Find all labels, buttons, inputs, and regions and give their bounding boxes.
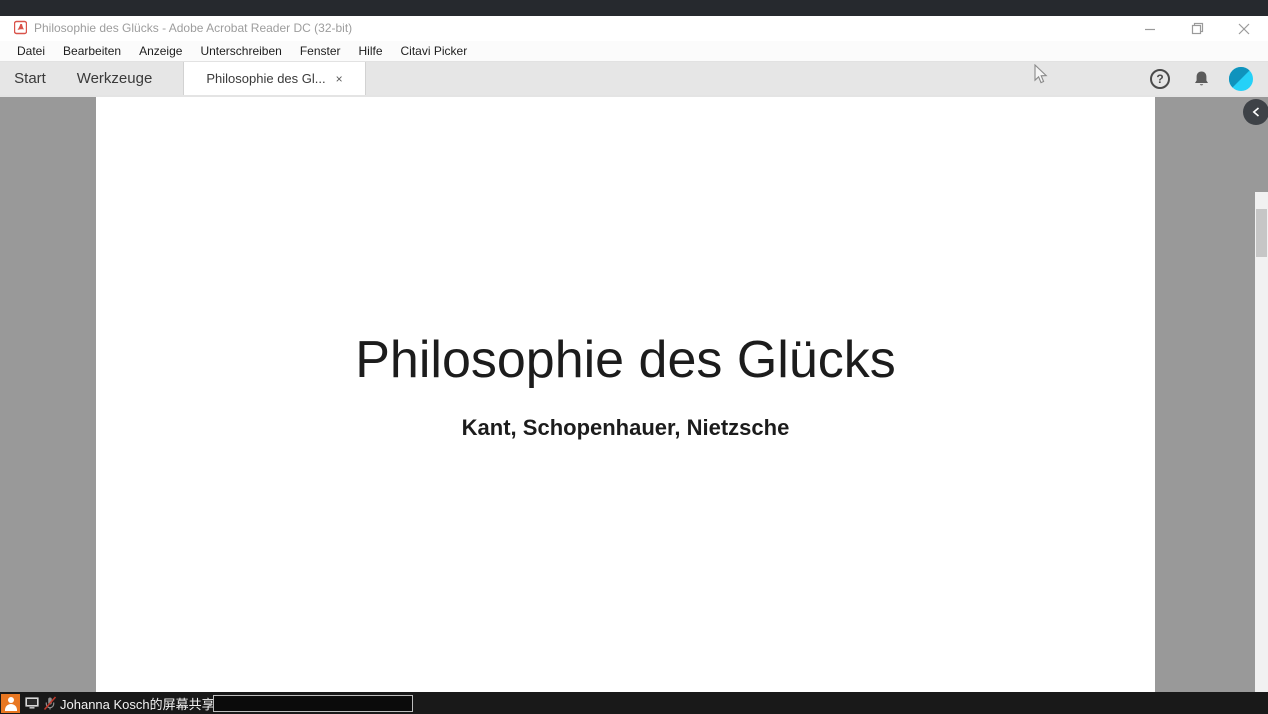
tools-panel-expand-button[interactable] <box>1243 99 1268 125</box>
close-button[interactable] <box>1227 16 1261 41</box>
document-tab-label: Philosophie des Gl... <box>206 71 325 86</box>
scrollbar-thumb[interactable] <box>1256 209 1267 257</box>
question-mark-icon: ? <box>1150 69 1170 89</box>
tab-bar: Start Werkzeuge Philosophie des Gl... × … <box>0 62 1268 95</box>
tab-document-active[interactable]: Philosophie des Gl... × <box>183 62 366 95</box>
tab-werkzeuge[interactable]: Werkzeuge <box>62 62 167 95</box>
document-canvas: Philosophie des Glücks Kant, Schopenhaue… <box>0 95 1268 692</box>
screen-share-bar: Johanna Kosch的屏幕共享 <box>0 692 1268 714</box>
menu-item-citavi-picker[interactable]: Citavi Picker <box>392 41 477 61</box>
screen-share-label: Johanna Kosch的屏幕共享 <box>60 694 215 713</box>
menu-item-unterschreiben[interactable]: Unterschreiben <box>191 41 290 61</box>
slide-subtitle: Kant, Schopenhauer, Nietzsche <box>96 415 1155 441</box>
share-person-icon <box>1 694 20 713</box>
tab-close-icon[interactable]: × <box>336 73 343 85</box>
slide-title: Philosophie des Glücks <box>96 330 1155 390</box>
notifications-button[interactable] <box>1189 62 1213 95</box>
screen-top-strip <box>0 0 1268 16</box>
menu-item-anzeige[interactable]: Anzeige <box>130 41 191 61</box>
adobe-reader-icon <box>14 20 27 35</box>
tab-start[interactable]: Start <box>0 62 60 95</box>
menu-item-datei[interactable]: Datei <box>8 41 54 61</box>
vertical-scrollbar[interactable] <box>1255 192 1268 692</box>
avatar-icon <box>1229 67 1253 91</box>
menu-item-hilfe[interactable]: Hilfe <box>350 41 392 61</box>
window-titlebar: Philosophie des Glücks - Adobe Acrobat R… <box>0 16 1268 41</box>
pdf-page[interactable]: Philosophie des Glücks Kant, Schopenhaue… <box>96 97 1155 692</box>
microphone-muted-icon <box>43 696 57 711</box>
menu-item-fenster[interactable]: Fenster <box>291 41 350 61</box>
restore-button[interactable] <box>1180 16 1214 41</box>
account-avatar[interactable] <box>1229 62 1253 95</box>
bell-icon <box>1193 70 1210 88</box>
window-title: Philosophie des Glücks - Adobe Acrobat R… <box>34 16 352 41</box>
help-button[interactable]: ? <box>1148 62 1172 95</box>
minimize-button[interactable] <box>1133 16 1167 41</box>
menu-item-bearbeiten[interactable]: Bearbeiten <box>54 41 130 61</box>
monitor-icon <box>24 696 41 710</box>
menu-bar: Datei Bearbeiten Anzeige Unterschreiben … <box>0 41 1268 62</box>
share-toolbar-region <box>213 695 413 712</box>
chevron-left-icon <box>1252 107 1260 117</box>
mouse-cursor <box>1034 64 1049 85</box>
